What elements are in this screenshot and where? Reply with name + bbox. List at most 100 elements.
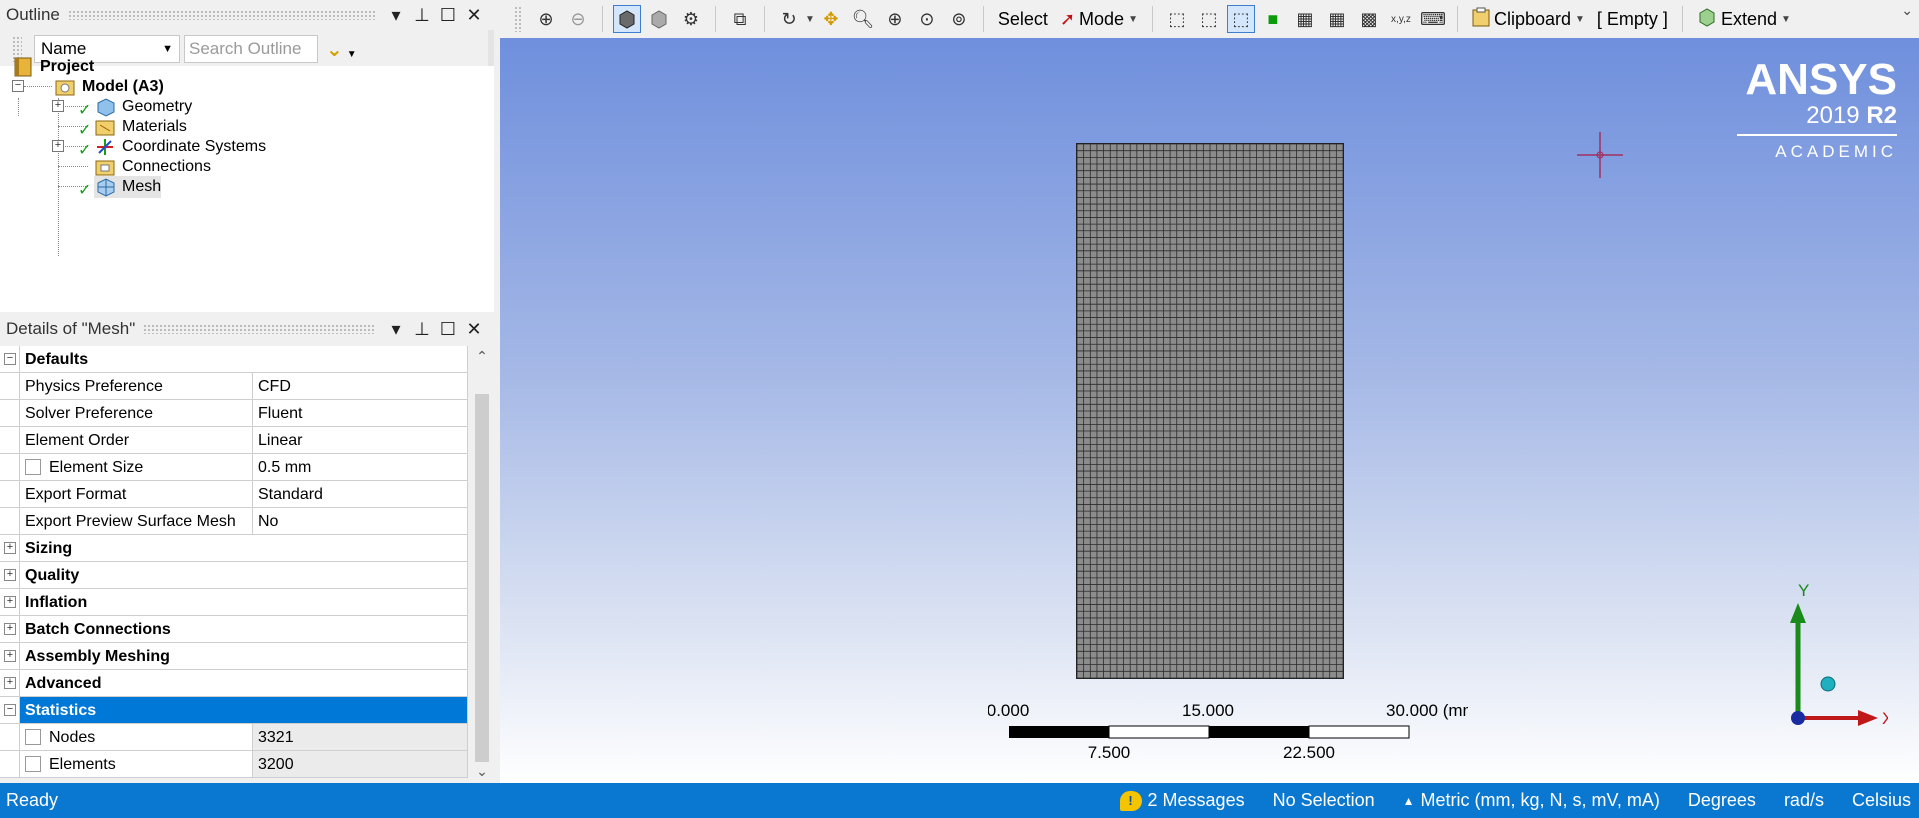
property-value[interactable]: CFD (253, 373, 468, 399)
select-vertex-icon[interactable]: ⬚ (1163, 5, 1191, 33)
angle-unit[interactable]: Degrees (1688, 790, 1756, 811)
close-icon[interactable]: ✕ (464, 319, 484, 340)
expand-icon[interactable]: + (4, 542, 16, 554)
property-row[interactable]: Export Preview Surface Mesh No (0, 508, 468, 535)
property-value[interactable]: No (253, 508, 468, 534)
tree-item-model[interactable]: Model (A3) (54, 76, 164, 98)
dropdown-arrow-icon[interactable]: ▾ (386, 5, 406, 26)
group-assembly-meshing[interactable]: + Assembly Meshing (0, 643, 468, 670)
property-row[interactable]: Solver Preference Fluent (0, 400, 468, 427)
search-options-icon[interactable]: ▼ (347, 49, 357, 60)
property-value[interactable]: Standard (253, 481, 468, 507)
scale-segment (1209, 726, 1309, 738)
shaded-view-icon[interactable] (645, 5, 673, 33)
group-inflation[interactable]: + Inflation (0, 589, 468, 616)
group-batch-connections[interactable]: + Batch Connections (0, 616, 468, 643)
unit-system-button[interactable]: ▲ Metric (mm, kg, N, s, mV, mA) (1403, 790, 1660, 811)
select-element-icon[interactable]: ▩ (1355, 5, 1383, 33)
details-scrollbar[interactable]: ⌃ ⌄ (472, 346, 492, 782)
zoom-out-icon[interactable]: ⊖ (564, 5, 592, 33)
box-select-icon[interactable]: ⧉ (726, 5, 754, 33)
label-icon[interactable]: ⌨ (1419, 5, 1447, 33)
maximize-icon[interactable]: ☐ (438, 5, 458, 26)
property-row[interactable]: Element Order Linear (0, 427, 468, 454)
expand-icon[interactable]: + (4, 623, 16, 635)
search-expand-icon[interactable]: ⌄ (326, 37, 343, 62)
expand-icon[interactable]: + (52, 140, 64, 152)
axis-triad[interactable]: Y X (1748, 568, 1888, 738)
outline-search-input[interactable]: Search Outline (184, 35, 318, 63)
select-element-face-icon[interactable]: ▦ (1323, 5, 1351, 33)
expand-icon[interactable]: + (4, 569, 16, 581)
property-row[interactable]: Export Format Standard (0, 481, 468, 508)
tree-item-materials[interactable]: Materials (94, 116, 187, 138)
scroll-down-icon[interactable]: ⌄ (472, 763, 492, 780)
property-value[interactable]: Linear (253, 427, 468, 453)
details-drag-grip[interactable] (143, 324, 376, 334)
group-advanced[interactable]: + Advanced (0, 670, 468, 697)
expand-icon[interactable]: + (4, 650, 16, 662)
expand-icon[interactable]: + (4, 596, 16, 608)
outline-drag-grip[interactable] (67, 10, 376, 20)
property-value[interactable]: 0.5 mm (253, 454, 468, 480)
group-quality[interactable]: + Quality (0, 562, 468, 589)
tree-item-mesh[interactable]: Mesh (94, 176, 162, 198)
mesh-body[interactable] (1076, 143, 1344, 679)
pin-icon[interactable]: ⊥ (412, 5, 432, 26)
dropdown-arrow-icon[interactable]: ▾ (386, 319, 406, 340)
chevron-down-icon[interactable]: ▼ (805, 14, 815, 25)
magnifier-icon[interactable]: ⊚ (945, 5, 973, 33)
property-name: Elements (49, 755, 116, 773)
select-button[interactable]: Select (998, 9, 1048, 30)
view-options-icon[interactable]: ⚙ (677, 5, 705, 33)
rotate-icon[interactable]: ↻ (775, 5, 803, 33)
zoom-in-icon[interactable]: ⊕ (532, 5, 560, 33)
select-node-icon[interactable]: ▦ (1291, 5, 1319, 33)
mode-button[interactable]: ➚ Mode ▼ (1060, 9, 1138, 30)
tree-item-coordinate-systems[interactable]: Coordinate Systems (94, 136, 266, 158)
temperature-unit[interactable]: Celsius (1852, 790, 1911, 811)
property-value[interactable]: Fluent (253, 400, 468, 426)
isometric-view-ball[interactable] (1820, 676, 1836, 692)
clipboard-button[interactable]: Clipboard ▼ (1472, 7, 1585, 32)
zoom-fit-icon[interactable]: ⊙ (913, 5, 941, 33)
expand-icon[interactable]: + (52, 100, 64, 112)
parameter-checkbox[interactable] (25, 729, 41, 745)
group-defaults[interactable]: − Defaults (0, 346, 468, 373)
tree-item-geometry[interactable]: Geometry (94, 96, 192, 118)
tree-item-project[interactable]: Project (12, 56, 94, 78)
collapse-icon[interactable]: − (4, 704, 16, 716)
group-statistics[interactable]: − Statistics (0, 697, 468, 724)
coordinate-pick-icon[interactable]: x,y,z (1387, 5, 1415, 33)
property-row[interactable]: Elements 3200 (0, 751, 468, 778)
scroll-up-icon[interactable]: ⌃ (472, 348, 492, 365)
collapse-icon[interactable]: − (12, 80, 24, 92)
property-value: 3321 (253, 724, 468, 750)
parameter-checkbox[interactable] (25, 756, 41, 772)
collapse-icon[interactable]: − (4, 353, 16, 365)
select-edge-icon[interactable]: ⬚ (1195, 5, 1223, 33)
messages-button[interactable]: ! 2 Messages (1119, 790, 1245, 811)
zoom-box-icon[interactable]: ⊕ (881, 5, 909, 33)
zoom-icon[interactable]: 🔍︎ (849, 5, 877, 33)
close-icon[interactable]: ✕ (464, 5, 484, 26)
group-sizing[interactable]: + Sizing (0, 535, 468, 562)
tree-item-connections[interactable]: Connections (94, 156, 211, 178)
rotational-velocity-unit[interactable]: rad/s (1784, 790, 1824, 811)
property-row[interactable]: Physics Preference CFD (0, 373, 468, 400)
scrollbar-thumb[interactable] (475, 394, 489, 762)
pin-icon[interactable]: ⊥ (412, 319, 432, 340)
extend-button[interactable]: Extend ▼ (1697, 7, 1791, 32)
select-face-icon[interactable]: ⬚ (1226, 5, 1255, 33)
property-row[interactable]: Element Size 0.5 mm (0, 454, 468, 481)
select-body-icon[interactable]: ■ (1259, 5, 1287, 33)
toolbar-overflow-icon[interactable]: ⌄ (1901, 2, 1913, 19)
pan-icon[interactable]: ✥ (817, 5, 845, 33)
expand-icon[interactable]: + (4, 677, 16, 689)
solid-view-icon[interactable] (613, 5, 641, 33)
parameter-checkbox[interactable] (25, 459, 41, 475)
toolbar-grip[interactable] (514, 6, 522, 32)
property-row[interactable]: Nodes 3321 (0, 724, 468, 751)
maximize-icon[interactable]: ☐ (438, 319, 458, 340)
graphics-viewport[interactable]: ANSYS 2019 R2 ACADEMIC 0.000 15.000 30.0… (500, 38, 1919, 783)
